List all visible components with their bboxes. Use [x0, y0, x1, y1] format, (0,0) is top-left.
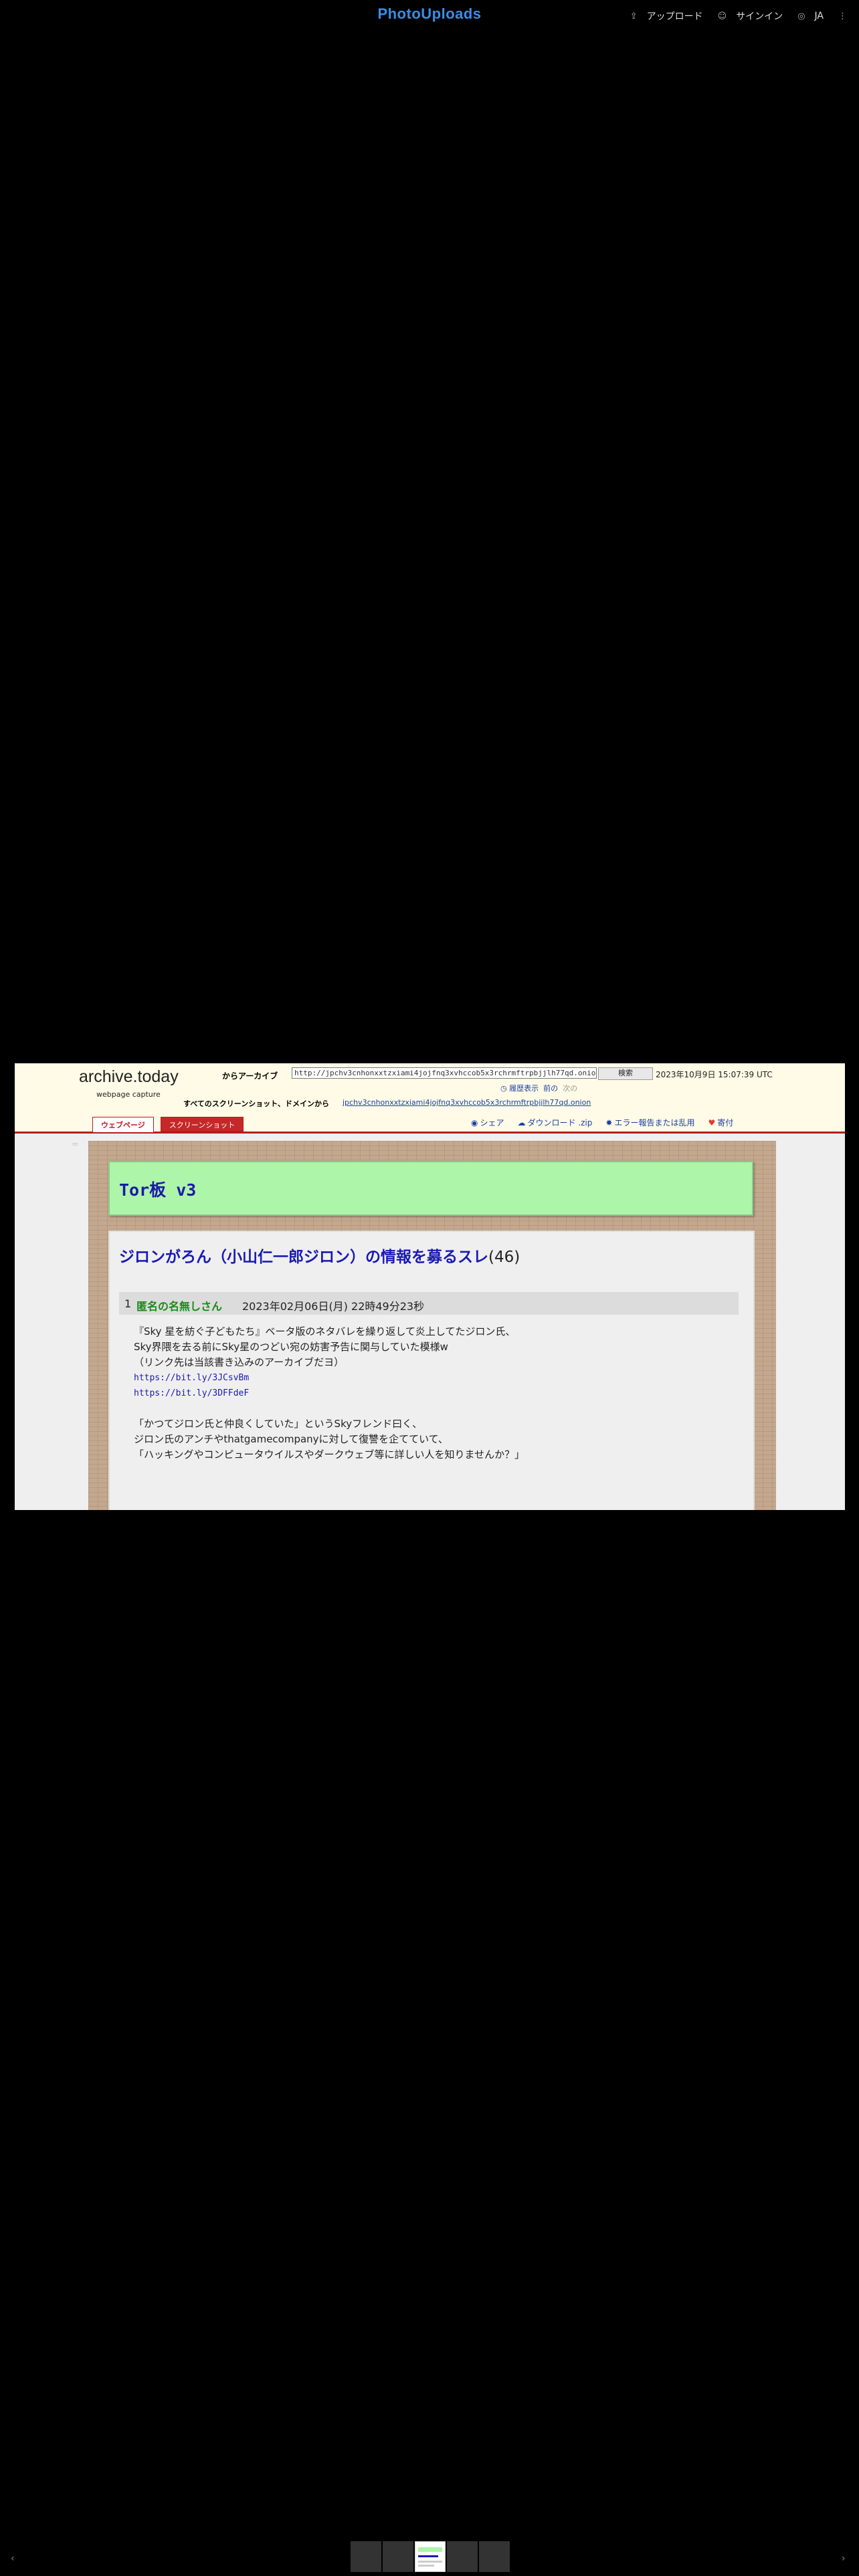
archive-logo: archive.today	[79, 1067, 179, 1086]
post-link: https://bit.ly/3JCsvBm	[134, 1373, 250, 1383]
archive-subtitle: webpage capture	[96, 1090, 161, 1099]
thumbnail-selected[interactable]	[415, 2541, 446, 2572]
thread-title-text: ジロンがろん（小山仁一郎ジロン）の情報を募るスレ	[119, 1249, 488, 1266]
donate-label: 寄付	[717, 1118, 734, 1128]
top-nav: ⇪ アップロード ☺ サインイン ◎ JA ⋮	[630, 9, 847, 23]
language-selector[interactable]: ◎ JA	[797, 11, 824, 21]
share-action: ◉ シェア	[471, 1117, 504, 1128]
domain-link: jpchv3cnhonxxtzxiami4jojfnq3xvhccob5x3rc…	[343, 1098, 591, 1107]
archive-actions: ◉ シェア ☁ ダウンロード .zip ✸ エラー報告または乱用 ♥ 寄付	[471, 1117, 733, 1128]
donate-action: ♥ 寄付	[708, 1117, 733, 1128]
thumbnail-strip	[351, 2541, 510, 2572]
next-image-arrow-icon[interactable]: ›	[842, 2553, 846, 2564]
post-body: 『Sky 星を紡ぐ子どもたち』ベータ版のネタバレを繰り返して炎上してたジロン氏、…	[134, 1324, 723, 1463]
archive-url-input: http://jpchv3cnhonxxtzxiami4jojfnq3xvhcc…	[292, 1067, 597, 1079]
post-number: 1	[124, 1297, 132, 1310]
board-title: Tor板 v3	[119, 1180, 197, 1200]
share-icon: ◉	[471, 1118, 478, 1128]
history-label: 履歴表示	[509, 1084, 539, 1093]
signin-label: サインイン	[736, 11, 783, 22]
archive-from-label: からアーカイブ	[222, 1071, 278, 1081]
post-link: https://bit.ly/3DFFdeF	[134, 1388, 250, 1398]
thumb-preview	[418, 2565, 434, 2567]
post-date: 2023年02月06日(月) 22時49分23秒	[242, 1300, 425, 1313]
archive-search-button: 検索	[598, 1067, 653, 1080]
post-spacer	[134, 1401, 723, 1416]
post-line: 「ハッキングやコンピュータウイルスやダークウェブ等に詳しい人を知りませんか？」	[134, 1448, 525, 1461]
heart-icon: ♥	[708, 1118, 716, 1128]
next-label: 次の	[563, 1084, 578, 1093]
archive-tabs: ウェブページ スクリーンショット	[92, 1117, 244, 1132]
thumbnail[interactable]	[351, 2541, 381, 2572]
signin-button[interactable]: ☺ サインイン	[718, 9, 783, 23]
all-screenshots-label: すべてのスクリーンショット、ドメインから	[183, 1099, 330, 1108]
corner-icon: ▭	[72, 1141, 78, 1148]
tab-webpage: ウェブページ	[92, 1117, 154, 1132]
upload-label: アップロード	[646, 11, 703, 22]
download-action: ☁ ダウンロード .zip	[518, 1117, 593, 1128]
archive-header: archive.today webpage capture からアーカイブ ht…	[15, 1063, 845, 1134]
tab-screenshot: スクリーンショット	[160, 1117, 244, 1132]
thread-title: ジロンがろん（小山仁一郎ジロン）の情報を募るスレ(46)	[119, 1244, 520, 1267]
cloud-download-icon: ☁	[517, 1118, 526, 1128]
archive-history-nav: ◷ 履歴表示 前の 次の	[500, 1083, 577, 1093]
prev-label: 前の	[543, 1084, 559, 1093]
thumbnail[interactable]	[383, 2541, 413, 2572]
thumb-preview	[418, 2555, 438, 2557]
post-line: ジロン氏のアンチやthatgamecompanyに対して復讐を企てていて、	[134, 1433, 448, 1445]
user-icon: ☺	[717, 11, 727, 21]
thumb-preview	[418, 2561, 442, 2563]
screenshot-image: archive.today webpage capture からアーカイブ ht…	[15, 1063, 845, 1510]
thread-box: ジロンがろん（小山仁一郎ジロン）の情報を募るスレ(46) 1 匿名の名無しさん …	[108, 1230, 755, 1510]
thumbnail[interactable]	[479, 2541, 510, 2572]
upload-button[interactable]: ⇪ アップロード	[630, 9, 703, 23]
post-line: Sky界隈を去る前にSky星のつどい宛の妨害予告に関与していた模様w	[134, 1341, 448, 1353]
top-bar: PhotoUploads ⇪ アップロード ☺ サインイン ◎ JA ⋮	[0, 0, 859, 33]
post-line: 「かつてジロン氏と仲良くしていた」というSkyフレンド曰く、	[134, 1418, 423, 1430]
share-label: シェア	[480, 1118, 504, 1128]
archive-timestamp: 2023年10月9日 15:07:39 UTC	[656, 1070, 773, 1079]
globe-icon: ◎	[797, 11, 805, 21]
board-banner: Tor板 v3	[108, 1161, 753, 1216]
more-icon: ⋮	[838, 11, 847, 21]
prev-image-arrow-icon[interactable]: ‹	[11, 2553, 15, 2564]
download-label: ダウンロード .zip	[527, 1118, 593, 1128]
report-label: エラー報告または乱用	[614, 1118, 695, 1128]
bulb-icon: ✸	[605, 1118, 613, 1128]
thumb-preview	[418, 2547, 442, 2552]
post-header: 1 匿名の名無しさん 2023年02月06日(月) 22時49分23秒	[119, 1292, 739, 1315]
report-action: ✸ エラー報告または乱用	[605, 1117, 694, 1128]
menu-button[interactable]: ⋮	[838, 11, 847, 21]
language-label: JA	[814, 11, 824, 21]
clock-icon: ◷	[500, 1084, 507, 1093]
post-author: 匿名の名無しさん	[136, 1300, 223, 1313]
thumbnail[interactable]	[447, 2541, 478, 2572]
thread-count: (46)	[488, 1249, 520, 1266]
upload-icon: ⇪	[630, 11, 638, 21]
post-line: （リンク先は当該書き込みのアーカイブだヨ）	[134, 1356, 345, 1368]
captured-page: Tor板 v3 ジロンがろん（小山仁一郎ジロン）の情報を募るスレ(46) 1 匿…	[88, 1141, 776, 1510]
post-line: 『Sky 星を紡ぐ子どもたち』ベータ版のネタバレを繰り返して炎上してたジロン氏、	[134, 1325, 516, 1337]
